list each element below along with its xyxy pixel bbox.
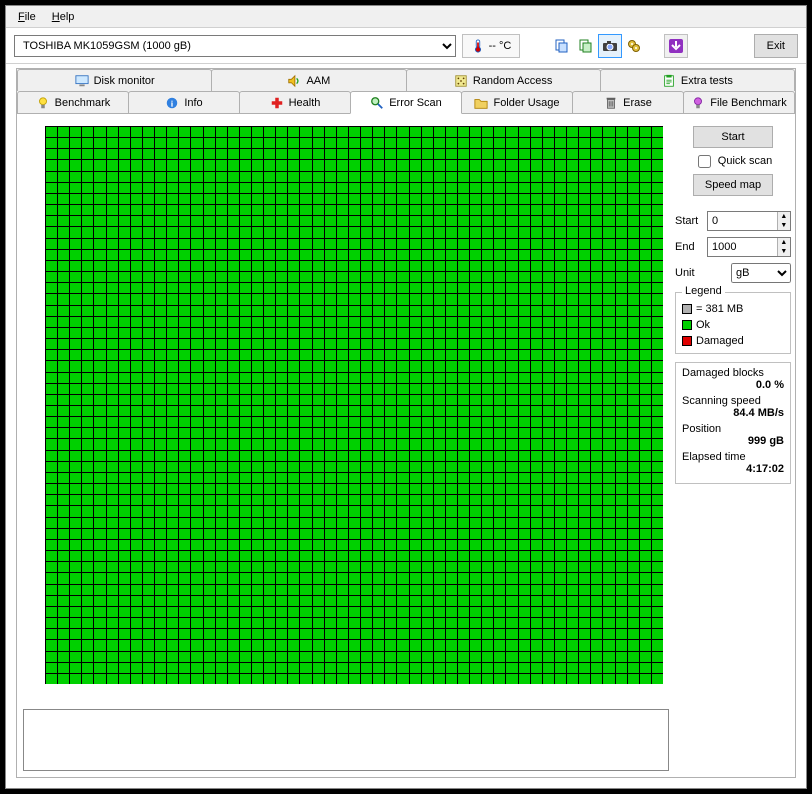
erase-icon bbox=[604, 96, 618, 110]
scanning-speed-label: Scanning speed bbox=[682, 395, 784, 407]
start-label: Start bbox=[675, 215, 703, 227]
tab-frame: Disk monitor AAM Random Access Extra tes… bbox=[16, 68, 796, 778]
menubar: File Help bbox=[6, 6, 806, 28]
legend-ok-swatch bbox=[682, 320, 692, 330]
end-down[interactable]: ▼ bbox=[778, 247, 790, 256]
speaker-icon bbox=[287, 74, 301, 88]
elapsed-time-value: 4:17:02 bbox=[682, 463, 784, 475]
end-spinner[interactable]: ▲▼ bbox=[707, 237, 791, 257]
download-icon[interactable] bbox=[664, 34, 688, 58]
stats-box: Damaged blocks 0.0 % Scanning speed 84.4… bbox=[675, 362, 791, 484]
start-down[interactable]: ▼ bbox=[778, 221, 790, 230]
unit-select[interactable]: gB bbox=[731, 263, 791, 283]
random-icon bbox=[454, 74, 468, 88]
unit-label: Unit bbox=[675, 267, 703, 279]
legend-box: Legend = 381 MB Ok Damaged bbox=[675, 292, 791, 354]
end-up[interactable]: ▲ bbox=[778, 238, 790, 247]
tab-benchmark[interactable]: Benchmark bbox=[17, 91, 129, 113]
magnifier-icon bbox=[370, 96, 384, 110]
elapsed-time-label: Elapsed time bbox=[682, 451, 784, 463]
copy-disk-icon[interactable] bbox=[574, 34, 598, 58]
tab-erase[interactable]: Erase bbox=[572, 91, 684, 113]
speed-map-button[interactable]: Speed map bbox=[693, 174, 773, 196]
legend-damaged-swatch bbox=[682, 336, 692, 346]
tab-info[interactable]: i Info bbox=[128, 91, 240, 113]
screenshot-icon[interactable] bbox=[598, 34, 622, 58]
legend-damaged-label: Damaged bbox=[696, 335, 744, 347]
scan-grid-svg bbox=[45, 126, 663, 684]
end-label: End bbox=[675, 241, 703, 253]
bulb-icon bbox=[36, 96, 50, 110]
tab-row-bottom: Benchmark i Info Health Error Scan Folde… bbox=[17, 91, 795, 113]
temperature-box: -- °C bbox=[462, 34, 520, 58]
menu-file[interactable]: File bbox=[12, 9, 42, 25]
tab-folder-usage[interactable]: Folder Usage bbox=[461, 91, 573, 113]
tab-disk-monitor[interactable]: Disk monitor bbox=[17, 69, 212, 91]
toolbar-icons bbox=[550, 34, 646, 58]
toolbar: TOSHIBA MK1059GSM (1000 gB) -- °C Exit bbox=[6, 28, 806, 64]
monitor-icon bbox=[75, 74, 89, 88]
health-cross-icon bbox=[270, 96, 284, 110]
scan-grid bbox=[45, 126, 663, 684]
drive-select[interactable]: TOSHIBA MK1059GSM (1000 gB) bbox=[14, 35, 456, 57]
clipboard-icon bbox=[662, 74, 676, 88]
tab-aam[interactable]: AAM bbox=[211, 69, 406, 91]
file-bulb-icon bbox=[691, 96, 705, 110]
info-icon: i bbox=[165, 96, 179, 110]
position-label: Position bbox=[682, 423, 784, 435]
start-up[interactable]: ▲ bbox=[778, 212, 790, 221]
scanning-speed-value: 84.4 MB/s bbox=[682, 407, 784, 419]
tab-extra-tests[interactable]: Extra tests bbox=[600, 69, 795, 91]
thermometer-icon bbox=[471, 39, 485, 53]
tab-random-access[interactable]: Random Access bbox=[406, 69, 601, 91]
copy-info-icon[interactable] bbox=[550, 34, 574, 58]
side-panel: Start Quick scan Speed map Start ▲▼ End bbox=[675, 126, 791, 484]
menu-help[interactable]: Help bbox=[46, 9, 81, 25]
tab-file-benchmark[interactable]: File Benchmark bbox=[683, 91, 795, 113]
tab-health[interactable]: Health bbox=[239, 91, 351, 113]
start-input[interactable] bbox=[708, 212, 777, 230]
start-button[interactable]: Start bbox=[693, 126, 773, 148]
exit-button[interactable]: Exit bbox=[754, 34, 798, 58]
legend-block-swatch bbox=[682, 304, 692, 314]
folder-icon bbox=[474, 96, 488, 110]
end-input[interactable] bbox=[708, 238, 777, 256]
start-spinner[interactable]: ▲▼ bbox=[707, 211, 791, 231]
temperature-value: -- °C bbox=[489, 40, 512, 52]
quick-scan-checkbox[interactable] bbox=[698, 155, 711, 168]
log-box bbox=[23, 709, 669, 771]
tab-error-scan[interactable]: Error Scan bbox=[350, 91, 462, 114]
position-value: 999 gB bbox=[682, 435, 784, 447]
legend-ok-label: Ok bbox=[696, 319, 710, 331]
damaged-blocks-label: Damaged blocks bbox=[682, 367, 784, 379]
legend-title: Legend bbox=[682, 285, 725, 297]
settings-gear-icon[interactable] bbox=[622, 34, 646, 58]
quick-scan-label: Quick scan bbox=[718, 155, 772, 167]
damaged-blocks-value: 0.0 % bbox=[682, 379, 784, 391]
legend-block-label: = 381 MB bbox=[696, 303, 743, 315]
tab-row-top: Disk monitor AAM Random Access Extra tes… bbox=[17, 69, 795, 91]
tab-body-error-scan: Start Quick scan Speed map Start ▲▼ End bbox=[17, 113, 795, 777]
